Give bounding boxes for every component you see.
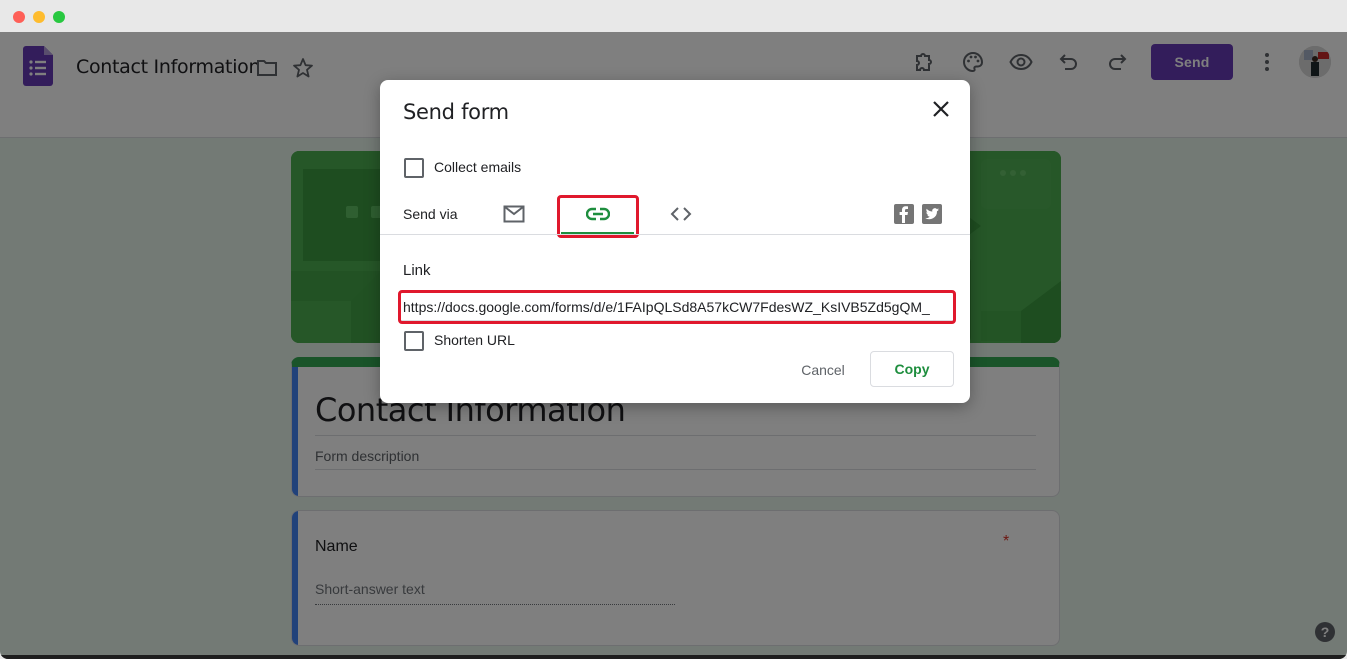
close-window-button[interactable] bbox=[13, 11, 25, 23]
copy-button[interactable]: Copy bbox=[870, 351, 954, 387]
close-icon[interactable] bbox=[930, 98, 952, 120]
tab-email[interactable] bbox=[494, 193, 534, 235]
link-label: Link bbox=[403, 262, 431, 279]
cancel-button[interactable]: Cancel bbox=[786, 352, 860, 388]
minimize-window-button[interactable] bbox=[33, 11, 45, 23]
browser-window: Contact Information bbox=[0, 0, 1347, 659]
twitter-share-button[interactable] bbox=[922, 204, 942, 224]
shorten-url-checkbox[interactable] bbox=[404, 331, 424, 351]
facebook-share-button[interactable] bbox=[894, 204, 914, 224]
shorten-url-label[interactable]: Shorten URL bbox=[434, 332, 515, 348]
dialog-title: Send form bbox=[403, 100, 509, 124]
tab-embed[interactable] bbox=[661, 193, 701, 235]
tab-link[interactable] bbox=[559, 193, 636, 235]
collect-emails-label[interactable]: Collect emails bbox=[434, 159, 521, 175]
link-icon bbox=[585, 207, 610, 221]
send-form-dialog: Send form Collect emails Send via Link h… bbox=[380, 80, 970, 403]
code-icon bbox=[670, 207, 692, 221]
form-link-input[interactable]: https://docs.google.com/forms/d/e/1FAIpQ… bbox=[401, 293, 953, 321]
send-via-label: Send via bbox=[403, 206, 458, 222]
window-bottom-edge bbox=[0, 655, 1347, 659]
window-titlebar bbox=[0, 0, 1347, 32]
collect-emails-checkbox[interactable] bbox=[404, 158, 424, 178]
mail-icon bbox=[503, 205, 525, 223]
maximize-window-button[interactable] bbox=[53, 11, 65, 23]
twitter-icon bbox=[925, 208, 939, 220]
facebook-icon bbox=[899, 206, 908, 223]
dialog-divider bbox=[380, 234, 970, 235]
